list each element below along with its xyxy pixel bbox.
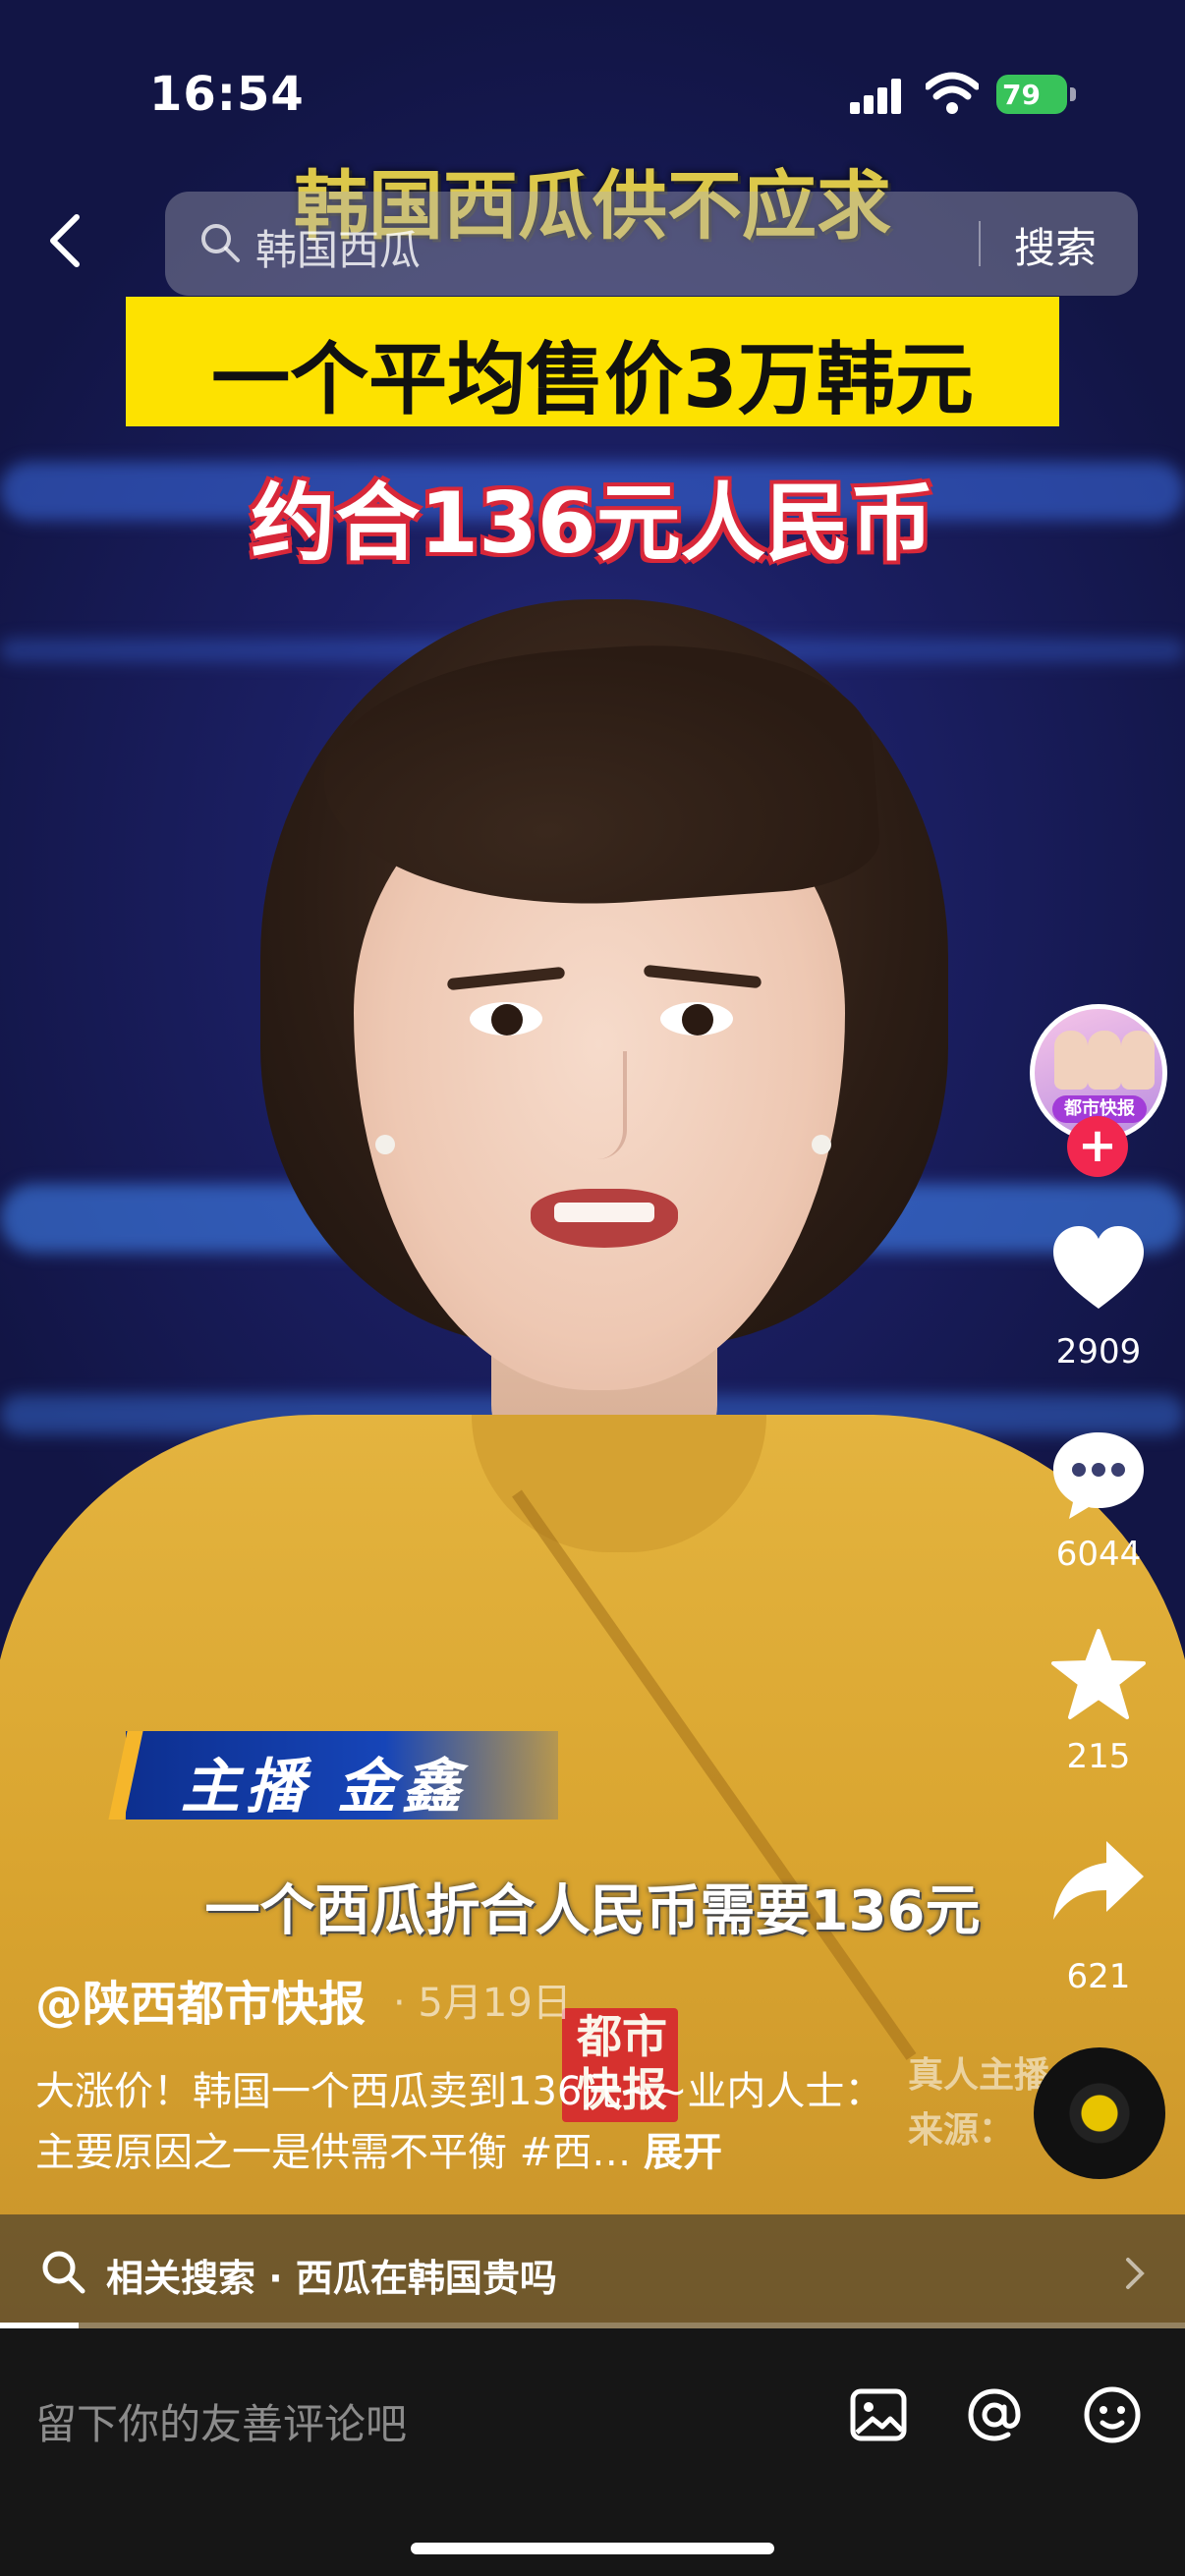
search-button[interactable]: 搜索 (1014, 215, 1097, 275)
post-description-text: 大涨价！韩国一个西瓜卖到136元~~业内人士：主要原因之一是供需不平衡 #西… (35, 2069, 884, 2175)
search-icon (42, 2251, 85, 2294)
related-search-text: 相关搜索 · 西瓜在韩国贵吗 (106, 2257, 557, 2300)
video-subtitle: 一个西瓜折合人民币需要136元 (204, 1879, 981, 1943)
expand-button[interactable]: 展开 (644, 2130, 722, 2175)
at-icon[interactable] (963, 2383, 1026, 2446)
anchor-earring (812, 1135, 831, 1154)
like-count: 2909 (1055, 1332, 1142, 1372)
heart-icon[interactable] (1049, 1222, 1148, 1320)
anchor-eye (660, 1002, 733, 1036)
search-icon (201, 224, 240, 262)
anchor-earring (375, 1135, 395, 1154)
image-icon[interactable] (847, 2383, 910, 2446)
cellular-signal-icon (850, 79, 905, 114)
comment-icon[interactable] (1049, 1425, 1148, 1523)
author-name[interactable]: @陕西都市快报 (35, 1965, 366, 2034)
share-icon[interactable] (1049, 1833, 1148, 1932)
wifi-icon (926, 72, 979, 114)
anchor-nose (580, 1051, 627, 1159)
source-watermark: 真人主播 来源： (908, 2048, 1049, 2158)
anchor-nameplate: 主播 金鑫 (108, 1731, 558, 1821)
chevron-right-icon (1126, 2258, 1145, 2289)
watermark-line-2: 来源： (908, 2110, 1015, 2151)
anchor-name: 主播 金鑫 (181, 1753, 467, 1821)
share-count: 621 (1066, 1957, 1131, 1996)
search-input[interactable]: 韩国西瓜 (255, 217, 421, 277)
plus-icon: + (1077, 1118, 1118, 1173)
favorite-count: 215 (1066, 1737, 1131, 1776)
post-date: · 5月19日 (393, 1981, 572, 2026)
anchor-eye (470, 1002, 542, 1036)
back-icon[interactable] (45, 211, 85, 270)
emoji-icon[interactable] (1081, 2383, 1144, 2446)
comment-input[interactable]: 留下你的友善评论吧 (35, 2391, 407, 2451)
star-icon[interactable] (1049, 1627, 1148, 1725)
comment-bar: 留下你的友善评论吧 (0, 2328, 1185, 2576)
status-time: 16:54 (149, 67, 305, 122)
headline-2: 一个平均售价3万韩元 (211, 334, 974, 425)
post-description: 大涨价！韩国一个西瓜卖到136元~~业内人士：主要原因之一是供需不平衡 #西… … (35, 2061, 900, 2183)
comment-count: 6044 (1055, 1535, 1142, 1574)
anchor-mouth (531, 1189, 678, 1248)
music-disc-icon[interactable] (1034, 2047, 1165, 2179)
headline-3: 约合136元人民币 (251, 475, 934, 573)
related-search-bar[interactable]: 相关搜索 · 西瓜在韩国贵吗 (0, 2214, 1185, 2328)
search-bar[interactable]: 韩国西瓜 搜索 (165, 192, 1138, 296)
battery-icon: 79 (996, 75, 1079, 116)
follow-button[interactable]: + (1067, 1116, 1128, 1177)
battery-percent: 79 (1002, 79, 1041, 111)
search-divider (979, 221, 981, 266)
status-bar: 16:54 79 (0, 0, 1185, 147)
home-indicator (411, 2543, 774, 2554)
watermark-line-1: 真人主播 (908, 2055, 1050, 2096)
